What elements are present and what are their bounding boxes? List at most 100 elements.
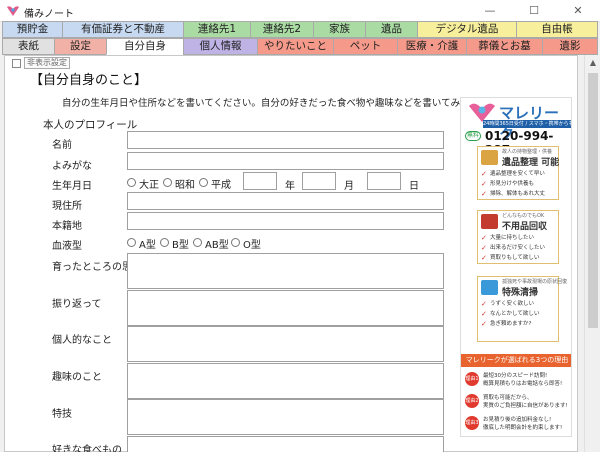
label-reflection: 振り返って [52,299,102,310]
ad-card-item: 急ぎ頼めますか? [478,319,558,329]
ad-reason-line: 概算見積もりはお電話なら即答! [483,381,563,387]
label-hobby: 趣味のこと [52,372,102,383]
ad-card-title: 特殊清掃 [502,288,539,298]
tab-free-notebook[interactable]: 自由帳 [516,21,598,38]
label-name: 名前 [52,140,72,151]
label-furigana: よみがな [52,161,92,172]
ad-card-title: 遺品整理 可能 [502,158,560,168]
domicile-input[interactable] [127,212,444,230]
hide-checkbox-label: 非表示設定 [24,57,70,69]
name-input[interactable] [127,131,444,149]
ad-card-item: 遺品整理を安くて早い [478,169,558,179]
ad-reason-text: 最短30分のスピード訪問! 概算見積もりはお電話なら即答! [483,372,562,388]
hide-checkbox[interactable] [12,58,21,68]
skill-textarea[interactable] [127,399,444,435]
ad-card-item: 形見分けや供養も [478,179,558,189]
box-icon [481,150,498,165]
era-taisho-radio[interactable] [127,178,136,187]
close-button[interactable]: ✕ [556,0,600,22]
ad-reason-text: 買取も可能だから、 実質のご負担額に自信があります! [483,394,568,410]
memories-textarea[interactable] [127,253,444,289]
reason-badge-icon: 理由1 [465,372,479,386]
label-birthday: 生年月日 [52,181,92,192]
tab-medical-care[interactable]: 医療・介護 [397,38,466,55]
tab-settings[interactable]: 設定 [54,38,106,55]
ad-reason-text: お見積り後の追加料金なし! 徹底した明朗会計を約束します! [483,416,562,432]
era-showa-radio[interactable] [163,178,172,187]
tab-myself[interactable]: 自分自身 [106,38,183,55]
ad-card-cleaning: 孤独死や事故現場の原状回復 特殊清掃 うずく安く欲しい なんとかして欲しい 急ぎ… [477,276,567,342]
blood-b-radio[interactable] [160,238,169,247]
tab-funeral-grave[interactable]: 葬儀とお墓 [466,38,542,55]
blood-ab-radio[interactable] [193,238,202,247]
address-input[interactable] [127,192,444,210]
era-heisei-radio[interactable] [199,178,208,187]
blood-ab-label: AB型 [205,240,229,251]
era-showa-label: 昭和 [175,180,195,191]
ad-tagline: 24時間365日受付 / スマホ・携帯からもOK! [483,120,571,128]
ad-card-item: なんとかして欲しい [478,309,558,319]
maximize-button[interactable]: ☐ [512,0,556,22]
tab-row-2: 表紙 設定 自分自身 個人情報 やりたいこと ペット 医療・介護 葬儀とお墓 遺… [2,38,598,55]
minimize-button[interactable]: — [468,0,512,22]
favorite-food-textarea[interactable] [127,436,444,452]
ad-banner[interactable]: マレリーク 24時間365日受付 / スマホ・携帯からもOK! 無料 0120-… [460,97,572,437]
tab-portrait[interactable]: 遺影 [542,38,598,55]
furigana-input[interactable] [127,152,444,170]
tab-relics[interactable]: 遺品 [365,21,417,38]
blood-a-radio[interactable] [127,238,136,247]
day-unit-label: 日 [409,181,419,192]
hide-setting[interactable]: 非表示設定 [12,57,70,69]
window-title: 備みノート [24,9,74,20]
title-bar: 備みノート — ☐ ✕ [0,0,600,22]
ad-reason: 理由1 最短30分のスピード訪問! 概算見積もりはお電話なら即答! [463,370,571,390]
label-personal: 個人的なこと [52,335,112,346]
birth-day-input[interactable] [367,172,401,190]
month-unit-label: 月 [344,181,354,192]
vertical-scrollbar[interactable]: ▲ [584,55,600,452]
blood-a-label: A型 [139,240,156,251]
tab-contact-1[interactable]: 連絡先1 [183,21,250,38]
section-title: 【自分自身のこと】 [30,73,148,88]
tab-securities[interactable]: 有価証券と不動産 [62,21,183,38]
app-logo-icon [7,6,19,16]
ad-card-item: うずく安く欲しい [478,299,558,309]
tab-digital-relics[interactable]: デジタル遺品 [417,21,516,38]
tab-pets[interactable]: ペット [333,38,397,55]
scroll-thumb[interactable] [588,73,598,328]
reflection-textarea[interactable] [127,290,444,326]
ad-card-sub: 故人の持物整理・供養 [502,149,553,155]
ad-reasons-strip: マレリークが選ばれる3つの理由 [461,354,571,367]
label-blood-type: 血液型 [52,241,82,252]
era-heisei-label: 平成 [211,180,231,191]
ad-card-sub: どんなものでもOK [502,213,545,219]
house-icon [481,280,498,295]
ad-reason-line: お見積り後の追加料金なし! [483,417,552,423]
birth-year-input[interactable] [243,172,277,190]
tab-cover[interactable]: 表紙 [2,38,54,55]
label-address: 現住所 [52,201,82,212]
tab-contact-2[interactable]: 連絡先2 [250,21,313,38]
ad-card-title: 不用品回収 [502,222,548,232]
truck-icon [481,214,498,229]
ad-reason-line: 買取も可能だから、 [483,395,533,401]
profile-heading: 本人のプロフィール [43,119,138,131]
ad-card-sub: 孤独死や事故現場の原状回復 [502,279,568,285]
blood-o-label: O型 [243,240,261,251]
tab-family[interactable]: 家族 [313,21,365,38]
ad-reason-line: 実質のご負担額に自信があります! [483,403,568,409]
ad-reason: 理由3 お見積り後の追加料金なし! 徹底した明朗会計を約束します! [463,414,571,434]
label-favorite-food: 好きな食べもの [52,445,122,452]
tab-row-1: 預貯金 有価証券と不動産 連絡先1 連絡先2 家族 遺品 デジタル遺品 自由帳 [2,21,598,38]
reason-badge-icon: 理由3 [465,416,479,430]
tab-wishes[interactable]: やりたいこと [257,38,333,55]
birth-month-input[interactable] [302,172,336,190]
tab-personal-info[interactable]: 個人情報 [183,38,257,55]
scroll-up-arrow-icon[interactable]: ▲ [585,55,600,71]
hobby-textarea[interactable] [127,363,444,399]
personal-textarea[interactable] [127,326,444,362]
section-description: 自分の生年月日や住所などを書いてください。自分の好きだった食べ物や趣味などを書い… [62,98,517,109]
ad-card-item: 掃除、解体もあれ大丈 [478,189,558,199]
blood-o-radio[interactable] [231,238,240,247]
tab-savings[interactable]: 預貯金 [2,21,62,38]
